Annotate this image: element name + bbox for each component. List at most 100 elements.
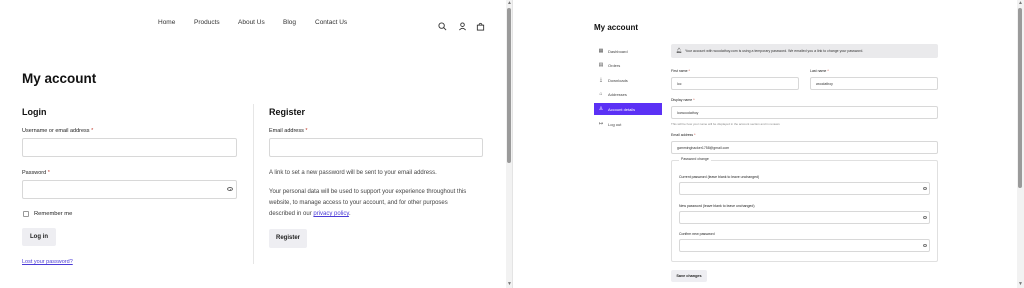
sidebar-item-account-details[interactable]: ♙ Account details — [594, 103, 662, 115]
first-name-label-text: First name — [671, 69, 688, 73]
page-title: My account — [22, 71, 97, 86]
first-name-value: loc — [677, 82, 682, 86]
scroll-down-arrow-icon[interactable]: ▼ — [1018, 282, 1023, 287]
bag-icon[interactable] — [476, 18, 486, 31]
current-password-label: Current password (leave blank to leave u… — [679, 175, 760, 179]
right-scrollbar[interactable]: ▲ ▼ — [1017, 0, 1024, 288]
display-name-note: This will be how your name will be displ… — [671, 122, 780, 126]
first-name-label: First name * — [671, 69, 690, 73]
dashboard-icon: ▦ — [598, 48, 604, 54]
required-mark: * — [827, 69, 829, 73]
store-account-page: Home Products About Us Blog Contact Us M… — [0, 0, 512, 288]
sidebar-item-label: Orders — [608, 62, 621, 68]
search-icon[interactable] — [438, 18, 448, 31]
nav-about-us[interactable]: About Us — [238, 19, 265, 26]
register-email-input[interactable] — [269, 138, 483, 157]
logout-icon: ↦ — [598, 121, 604, 127]
new-password-label: New password (leave blank to leave uncha… — [679, 204, 755, 208]
column-divider — [253, 104, 254, 264]
nav-blog[interactable]: Blog — [283, 19, 296, 26]
nav-home[interactable]: Home — [158, 19, 175, 26]
register-info-text: A link to set a new password will be sen… — [269, 170, 437, 176]
nav-contact-us[interactable]: Contact Us — [315, 19, 347, 26]
privacy-line-1: Your personal data will be used to suppo… — [269, 189, 467, 195]
email-label-text: Email address — [671, 133, 694, 137]
password-change-legend: Password change — [679, 157, 711, 161]
remember-me-checkbox[interactable] — [23, 211, 29, 217]
privacy-policy-link[interactable]: privacy policy — [313, 211, 349, 217]
home-icon: ⌂ — [599, 91, 603, 97]
last-name-label-text: Last name — [810, 69, 827, 73]
save-changes-button[interactable]: Save changes — [671, 270, 707, 282]
first-name-input[interactable]: loc — [671, 77, 799, 90]
main-nav: Home Products About Us Blog Contact Us — [0, 19, 505, 29]
password-label-text: Password — [22, 170, 47, 176]
page-title: My account — [594, 23, 639, 32]
email-input[interactable]: gamminghacker1758@gmail.com — [671, 141, 938, 154]
lost-password-link[interactable]: Lost your password? — [22, 259, 73, 265]
username-label-text: Username or email address — [22, 128, 90, 134]
scrollbar-thumb[interactable] — [507, 8, 511, 163]
display-name-label-text: Display name — [671, 98, 693, 102]
required-mark: * — [693, 98, 695, 102]
account-details-page: My account ▦ Dashboard ▤ Orders ⤓ Downlo… — [512, 0, 1024, 288]
username-input[interactable] — [22, 138, 237, 157]
temporary-password-notice: 🔔︎ Your account with woodathoy.com is us… — [671, 44, 938, 58]
sidebar-item-label: Dashboard — [608, 48, 628, 54]
username-label: Username or email address * — [22, 128, 93, 134]
sidebar-item-label: Log out — [608, 121, 622, 127]
download-icon: ⤓ — [599, 77, 603, 83]
scrollbar-thumb[interactable] — [1018, 8, 1022, 188]
last-name-value: woodathoy — [816, 82, 833, 86]
privacy-notice: Your personal data will be used to suppo… — [269, 187, 494, 220]
required-mark: * — [694, 133, 696, 137]
email-label: Email address * — [671, 133, 696, 137]
display-name-input[interactable]: locwoodathoy — [671, 106, 938, 119]
header-actions — [438, 18, 488, 31]
sidebar-item-addresses[interactable]: ⌂ Addresses — [594, 88, 662, 100]
eye-icon[interactable] — [923, 244, 927, 247]
sidebar-item-label: Addresses — [608, 91, 627, 97]
sidebar-item-label: Account details — [608, 106, 636, 112]
display-name-label: Display name * — [671, 98, 695, 102]
last-name-label: Last name * — [810, 69, 829, 73]
bell-icon: 🔔︎ — [676, 48, 683, 54]
privacy-line-3: described in our privacy policy. — [269, 209, 494, 220]
password-input[interactable] — [22, 180, 237, 199]
email-label-text: Email address — [269, 128, 304, 134]
register-heading: Register — [269, 107, 306, 117]
sidebar-item-dashboard[interactable]: ▦ Dashboard — [594, 45, 662, 57]
sidebar-item-downloads[interactable]: ⤓ Downloads — [594, 74, 662, 86]
sidebar-item-orders[interactable]: ▤ Orders — [594, 59, 662, 71]
password-label: Password * — [22, 170, 50, 176]
sidebar-item-label: Downloads — [608, 77, 628, 83]
email-value: gamminghacker1758@gmail.com — [677, 146, 730, 150]
confirm-password-label: Confirm new password — [679, 232, 715, 236]
nav-products[interactable]: Products — [194, 19, 220, 26]
remember-me-label: Remember me — [34, 211, 73, 217]
required-mark: * — [688, 69, 690, 73]
privacy-line-3-text: described in our — [269, 211, 312, 217]
new-password-input[interactable] — [679, 211, 930, 224]
scroll-up-arrow-icon[interactable]: ▲ — [1018, 1, 1023, 6]
notice-text: Your account with woodathoy.com is using… — [685, 49, 864, 53]
current-password-input[interactable] — [679, 182, 930, 195]
user-icon[interactable] — [458, 18, 468, 31]
log-in-button[interactable]: Log in — [22, 228, 56, 246]
login-heading: Login — [22, 107, 47, 117]
eye-icon[interactable] — [923, 187, 927, 190]
privacy-line-2: website, to manage access to your accoun… — [269, 200, 448, 206]
user-icon: ♙ — [598, 106, 604, 112]
register-button[interactable]: Register — [269, 229, 307, 248]
display-name-value: locwoodathoy — [677, 111, 699, 115]
required-mark: * — [305, 128, 308, 134]
required-mark: * — [47, 170, 50, 176]
eye-icon[interactable] — [227, 187, 233, 191]
email-label: Email address * — [269, 128, 308, 134]
sidebar-item-log-out[interactable]: ↦ Log out — [594, 118, 662, 130]
last-name-input[interactable]: woodathoy — [810, 77, 938, 90]
orders-icon: ▤ — [598, 62, 604, 68]
eye-icon[interactable] — [923, 216, 927, 219]
required-mark: * — [91, 128, 94, 134]
confirm-password-input[interactable] — [679, 239, 930, 252]
